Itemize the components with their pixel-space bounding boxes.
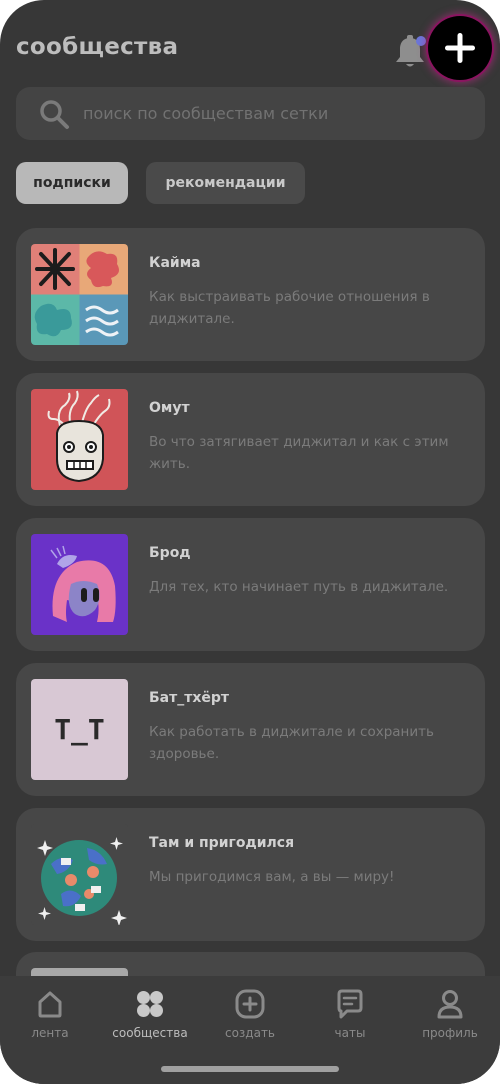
nav-label: создать (224, 1026, 276, 1040)
nav-item-profile[interactable]: профиль (405, 988, 495, 1048)
community-description: Для тех, кто начинает путь в диджитале. (149, 579, 449, 595)
nav-item-communities[interactable]: сообщества (105, 988, 195, 1048)
home-icon (38, 991, 62, 1018)
search-icon (40, 100, 69, 129)
community-description: Как работать в диджитале и сохранить здо… (149, 724, 434, 762)
community-name: Брод (149, 545, 191, 561)
community-avatar: T_T (31, 679, 128, 780)
community-name: Бат_тхёрт (149, 690, 230, 706)
chat-icon (337, 989, 363, 1019)
screen: сообщества поиск по сообществам сетки по… (0, 0, 500, 1084)
grid-icon (137, 991, 163, 1017)
community-avatar (31, 389, 128, 490)
community-avatar (31, 824, 128, 925)
community-card-tam-i-prigodilsya[interactable]: Там и пригодился Мы пригодимся вам, а вы… (16, 808, 485, 941)
page-title: сообщества (16, 34, 179, 60)
search-placeholder: поиск по сообществам сетки (83, 104, 329, 123)
notifications-button[interactable] (392, 32, 428, 72)
add-square-icon (235, 989, 265, 1019)
profile-icon (437, 990, 463, 1019)
community-name: Омут (149, 400, 190, 416)
community-name: Кайма (149, 255, 201, 271)
community-name: Там и пригодился (149, 835, 295, 851)
nav-item-create[interactable]: создать (205, 988, 295, 1048)
community-description: Как выстраивать рабочие отношения в дидж… (149, 289, 430, 327)
community-description: Во что затягивает диджитал и как с этим … (149, 434, 449, 472)
community-card-brod[interactable]: Брод Для тех, кто начинает путь в диджит… (16, 518, 485, 651)
create-community-button[interactable] (428, 16, 492, 80)
community-card-bat-thert[interactable]: T_T Бат_тхёрт Как работать в диджитале и… (16, 663, 485, 796)
community-card-omut[interactable]: Омут Во что затягивает диджитал и как с … (16, 373, 485, 506)
avatar-text: T_T (54, 713, 105, 746)
community-description: Мы пригодимся вам, а вы — миру! (149, 869, 395, 885)
nav-label: чаты (334, 1026, 366, 1040)
nav-label: профиль (422, 1026, 478, 1040)
bell-icon (396, 35, 426, 67)
home-indicator[interactable] (161, 1066, 339, 1072)
community-card-kaima[interactable]: Кайма Как выстраивать рабочие отношения … (16, 228, 485, 361)
community-avatar (31, 534, 128, 635)
notification-dot (416, 36, 426, 46)
nav-item-feed[interactable]: лента (5, 988, 95, 1048)
tab-subscriptions[interactable]: подписки (16, 162, 128, 204)
tab-recommendations[interactable]: рекомендации (146, 162, 305, 204)
community-avatar (31, 244, 128, 345)
plus-icon (445, 33, 475, 63)
nav-label: лента (31, 1026, 69, 1040)
nav-label: сообщества (112, 1026, 188, 1040)
nav-item-chats[interactable]: чаты (305, 988, 395, 1048)
search-input[interactable]: поиск по сообществам сетки (16, 87, 485, 140)
